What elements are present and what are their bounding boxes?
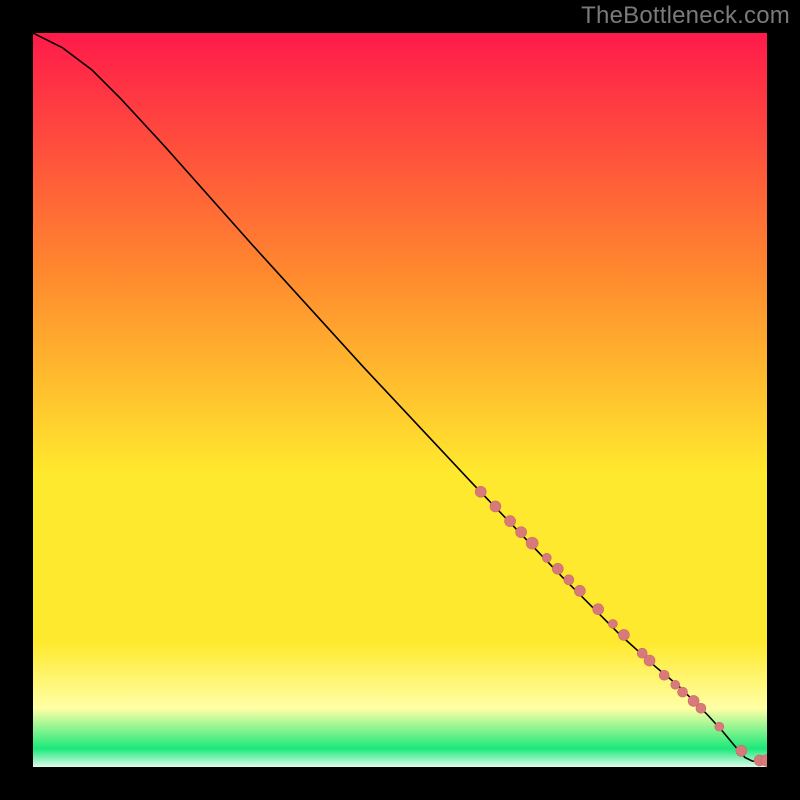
data-point [715, 722, 724, 731]
data-point [564, 575, 574, 585]
data-point [574, 585, 585, 596]
data-point [696, 703, 706, 713]
gradient-background [33, 33, 767, 767]
data-point [516, 527, 527, 538]
data-point [736, 745, 747, 756]
data-point [490, 501, 501, 512]
data-point [475, 486, 486, 497]
data-point [526, 537, 538, 549]
data-point [659, 670, 669, 680]
data-point [618, 629, 629, 640]
chart-frame: TheBottleneck.com [0, 0, 800, 800]
data-point [542, 553, 551, 562]
data-point [593, 604, 604, 615]
data-point [644, 655, 655, 666]
data-point [671, 680, 680, 689]
data-point [678, 687, 688, 697]
plot-area [33, 33, 767, 767]
data-point [552, 563, 563, 574]
data-point [608, 619, 617, 628]
chart-svg [33, 33, 767, 767]
data-point [505, 516, 516, 527]
attribution-text: TheBottleneck.com [581, 2, 790, 30]
